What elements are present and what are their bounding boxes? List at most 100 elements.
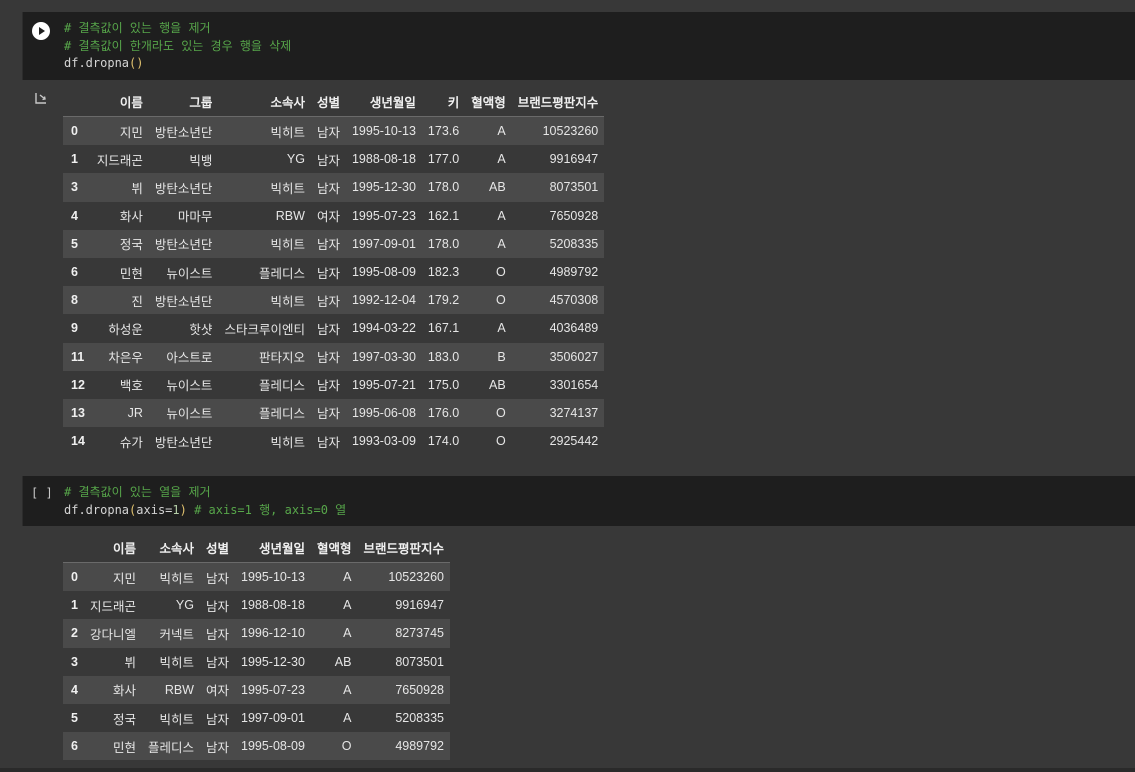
table-row: 6 민현 플레디스 남자 1995-08-09 O 4989792: [63, 732, 450, 761]
table-cell: 화사: [119, 210, 143, 225]
table-cell: 174.0: [427, 434, 460, 449]
table-cell: 정국: [119, 238, 143, 253]
table-cell: 민현: [119, 266, 143, 281]
table-cell: 1997-03-30: [351, 349, 416, 364]
table-cell: 아스트로: [166, 351, 213, 366]
column-header: 혈액형: [316, 542, 352, 556]
row-index: 3: [71, 180, 78, 195]
row-index: 14: [71, 434, 85, 449]
code-token: ): [179, 502, 187, 517]
row-index: 0: [71, 570, 78, 585]
table-cell: 정국: [112, 712, 136, 727]
table-cell: 빅히트: [270, 181, 305, 196]
execution-count[interactable]: [ ]: [31, 486, 53, 500]
table-cell: 9916947: [395, 598, 444, 613]
table-cell: 빅뱅: [189, 153, 213, 168]
code-editor[interactable]: # 결측값이 있는 열을 제거 df.dropna(axis=1) # axis=…: [64, 484, 346, 519]
table-cell: 남자: [316, 351, 340, 366]
table-cell: 남자: [316, 238, 340, 253]
code-line: # 결측값이 있는 열을 제거: [64, 484, 346, 502]
table-cell: 1996-12-10: [241, 626, 305, 641]
table-cell: 1995-06-08: [351, 405, 416, 420]
column-header: [63, 533, 84, 563]
table-cell: AB: [489, 180, 506, 195]
table-cell: 스타크루이엔티: [224, 322, 305, 337]
code-cell-2[interactable]: [ ] # 결측값이 있는 열을 제거 df.dropna(axis=1) # a…: [22, 476, 1135, 526]
table-cell: 남자: [316, 181, 340, 196]
table-cell: 5208335: [395, 711, 444, 726]
table-cell: B: [497, 349, 506, 364]
table-cell: 173.6: [427, 124, 460, 139]
cell-gutter: [23, 12, 63, 80]
table-cell: 1988-08-18: [351, 152, 416, 167]
table-cell: 뷔: [131, 181, 143, 196]
row-index: 9: [71, 321, 78, 336]
table-cell: 뷔: [124, 656, 136, 671]
table-cell: 1995-12-30: [351, 180, 416, 195]
table-cell: 지드래곤: [89, 599, 136, 614]
table-cell: JR: [127, 405, 143, 420]
table-cell: AB: [334, 654, 352, 669]
table-row: 9 하성운 핫샷 스타크루이엔티 남자 1994-03-22 167.1 A 4036489: [63, 314, 605, 343]
table-row: 5 정국 빅히트 남자 1997-09-01 A 5208335: [63, 703, 450, 733]
run-cell-button[interactable]: [32, 22, 50, 40]
table-cell: 8273745: [395, 626, 444, 641]
row-index: 5: [71, 236, 78, 251]
column-header: 이름: [112, 542, 136, 556]
table-row: 4 화사 RBW 여자 1995-07-23 A 7650928: [63, 675, 450, 704]
table-cell: 남자: [316, 435, 340, 450]
code-token: # 결측값이 한개라도 있는 경우 행을 삭제: [64, 38, 292, 53]
column-header: [63, 87, 91, 117]
table-cell: 177.0: [427, 152, 460, 167]
table-cell: 판타지오: [258, 351, 305, 366]
table-cell: 7650928: [395, 682, 444, 697]
table-cell: 1997-09-01: [241, 711, 305, 726]
table-cell: 지민: [112, 571, 136, 586]
table-row: 3 뷔 빅히트 남자 1995-12-30 AB 8073501: [63, 647, 450, 676]
table-cell: A: [343, 682, 352, 697]
table-cell: 167.1: [427, 321, 460, 336]
code-cell-1[interactable]: # 결측값이 있는 행을 제거 # 결측값이 한개라도 있는 경우 행을 삭제 df…: [22, 12, 1135, 80]
table-cell: 방탄소년단: [154, 294, 213, 309]
table-cell: 방탄소년단: [154, 125, 213, 140]
table-cell: 지드래곤: [96, 153, 143, 168]
table-cell: 1993-03-09: [351, 434, 416, 449]
output-redirect-icon[interactable]: [34, 91, 48, 105]
table-cell: 182.3: [427, 265, 460, 280]
table-cell: 빅히트: [270, 238, 305, 253]
table-cell: A: [497, 152, 506, 167]
table-cell: 1995-10-13: [241, 570, 305, 585]
table-row: 2 강다니엘 커넥트 남자 1996-12-10 A 8273745: [63, 619, 450, 648]
table-cell: O: [341, 739, 352, 754]
table-cell: 1988-08-18: [241, 598, 305, 613]
table-cell: 1995-07-23: [241, 682, 305, 697]
table-cell: 남자: [316, 125, 340, 140]
table-cell: A: [343, 626, 352, 641]
table-cell: O: [495, 265, 506, 280]
table-cell: 지민: [119, 125, 143, 140]
table-cell: A: [343, 570, 352, 585]
table-cell: 1997-09-01: [351, 236, 416, 251]
window-bottom-edge: [0, 768, 1135, 772]
cell-gutter: [ ]: [23, 476, 63, 526]
table-cell: 핫샷: [189, 322, 213, 337]
table-cell: 175.0: [427, 377, 460, 392]
table-row: 14 슈가 방탄소년단 빅히트 남자 1993-03-09 174.0 O 2925442: [63, 427, 605, 456]
table-cell: 4989792: [395, 739, 444, 754]
table-row: 1 지드래곤 빅뱅 YG 남자 1988-08-18 177.0 A 9916947: [63, 145, 605, 174]
table-cell: 민현: [112, 740, 136, 755]
table-row: 0 지민 빅히트 남자 1995-10-13 A 10523260: [63, 562, 450, 592]
code-editor[interactable]: # 결측값이 있는 행을 제거 # 결측값이 한개라도 있는 경우 행을 삭제 df…: [64, 20, 291, 73]
table-cell: 남자: [316, 294, 340, 309]
table-row: 8 진 방탄소년단 빅히트 남자 1992-12-04 179.2 O 4570308: [63, 286, 605, 315]
table-cell: 남자: [205, 712, 229, 727]
table-cell: 8073501: [549, 180, 599, 195]
code-token: # 결측값이 있는 행을 제거: [64, 21, 211, 35]
dataframe-output-1: 이름 그룹 소속사 성별 생년월일 키 혈액형 브랜드평판지수 0 지민 방탄소년단 빅히트 남자 19…: [63, 87, 605, 456]
table-cell: 커넥트: [159, 627, 194, 642]
column-header: 생년월일: [369, 96, 416, 110]
table-cell: RBW: [275, 208, 305, 223]
table-cell: 176.0: [427, 405, 460, 420]
code-token: df.dropna: [64, 502, 130, 517]
table-cell: 4570308: [549, 293, 599, 308]
